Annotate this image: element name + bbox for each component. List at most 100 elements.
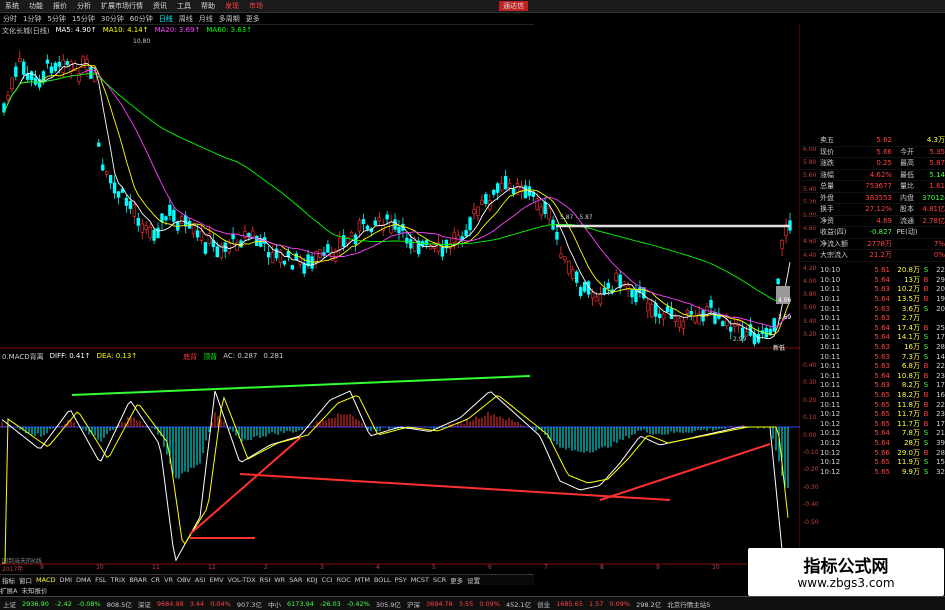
tick-side: B [923,410,929,419]
tick-time: 10:12 [820,458,841,467]
indicator-tab[interactable]: DMI [59,576,72,584]
indicator-tab[interactable]: OBV [177,576,191,584]
candle-body [148,226,152,238]
top-divergence-line [71,375,531,396]
candle-body [124,197,129,206]
tick-count: 15 [936,458,945,467]
candle-body [484,194,488,204]
idx-name[interactable]: 上证 [3,599,16,609]
candle-body [614,272,618,282]
indicator-tab[interactable]: MCST [411,576,429,584]
period-multi[interactable]: 多周期 [219,14,240,24]
indicator-tab[interactable]: VOL-TDX [228,576,256,584]
month-tick: 5 [432,564,436,571]
indicator-tab[interactable]: MTM [355,576,370,584]
menu-market[interactable]: 市场 [249,1,263,11]
indicator-tab[interactable]: 指标 [2,575,15,585]
menu-function[interactable]: 功能 [29,1,43,11]
indicator-tab[interactable]: KDJ [306,576,317,584]
indicator-tab[interactable]: VR [164,576,173,584]
candle-body [231,234,235,240]
idx-name[interactable]: 沪深 [407,599,420,609]
indicator-tab[interactable]: WR [274,576,285,584]
quote-panel: 卖五 5.62 4.3万 现价 5.66 今开 5.35 涨跌 0.25 最高 5.87 涨幅 4.62… [800,135,945,565]
tick-volume: 11.9万 [897,458,920,467]
period-1min[interactable]: 1分钟 [23,14,41,24]
indicator-tab[interactable]: PSY [395,576,407,584]
indicator-tab[interactable]: ROC [337,576,351,584]
candle-body [61,59,65,73]
idx-name[interactable]: 中小 [268,599,281,609]
tick-table[interactable]: 10:10 5.61 20.8万 S 22 10:10 5.64 13万 B 29 10:11 5.6… [800,266,945,477]
menu-tools[interactable]: 工具 [177,1,191,11]
idx-name[interactable]: 创业 [537,599,550,609]
period-60min[interactable]: 60分钟 [130,14,153,24]
tick-side: B [923,371,929,380]
tick-volume: 9.9万 [901,467,920,476]
quote-value: 0.25 [876,159,892,168]
candle-body [452,232,456,243]
candle-body [89,66,93,79]
divergence-annotations [71,224,790,539]
kline-chart[interactable] [0,24,800,574]
period-more[interactable]: 更多 [246,14,260,24]
period-30min[interactable]: 30分钟 [101,14,124,24]
indicator-tab[interactable]: CCI [322,576,333,584]
quote-value-2: 2.78亿 [922,216,945,225]
period-day[interactable]: 日线 [159,14,173,24]
candle-body [65,61,69,65]
tick-row: 10:12 5.66 29.0万 B 28 [800,448,945,458]
menu-news[interactable]: 资讯 [153,1,167,11]
indicator-tab[interactable]: ASI [195,576,206,584]
period-week[interactable]: 周线 [179,14,193,24]
macd-legend: 0.MACD背离 DIFF: 0.41↑ DEA: 0.13↑ 底背 顶背 AC… [2,352,283,362]
indicator-tab[interactable]: SCR [433,576,446,584]
indicator-tab[interactable]: 设置 [467,575,480,585]
macd-name[interactable]: 0.MACD背离 [2,352,44,362]
ma60-line [3,73,790,303]
indicator-tab[interactable]: SAR [289,576,302,584]
month-tick: 11 [152,564,160,571]
candle-body [594,296,599,302]
indicator-tab[interactable]: TRIX [110,576,125,584]
idx-name[interactable]: 深证 [138,599,151,609]
quote-label-2: 流通 [900,216,914,225]
bottom-div-label: 底背 [183,353,198,361]
period-month[interactable]: 月线 [199,14,213,24]
indicator-tab[interactable]: MACD [36,576,55,584]
candle-body [618,274,622,288]
menu-help[interactable]: 帮助 [201,1,215,11]
quote-label: 涨跌 [820,159,834,168]
idx-amt: 452.1亿 [505,600,532,609]
period-15min[interactable]: 15分钟 [72,14,95,24]
period-timeshare[interactable]: 分时 [3,14,17,24]
candle-body [606,282,611,289]
tick-count: 25 [936,323,945,332]
indicator-tab[interactable]: DMA [76,576,91,584]
indicator-tab[interactable]: CR [151,576,160,584]
tick-price: 5.63 [874,343,890,352]
indicator-tab[interactable]: EMV [209,576,223,584]
indicator-tab[interactable]: RSI [260,576,271,584]
tick-count: 32 [936,467,945,476]
high-price-label: 10.80 [133,38,151,45]
menu-system[interactable]: 系统 [5,1,19,11]
menu-ext-market[interactable]: 扩展市场行情 [101,1,143,11]
indicator-tab[interactable]: 更多 [450,575,463,585]
tick-side: S [923,333,929,342]
indicator-tab[interactable]: 窗口 [19,575,32,585]
brand-button[interactable]: 通达信 [499,1,528,11]
sub-tab-ext[interactable]: 扩展A [0,585,17,595]
menu-analysis[interactable]: 分析 [77,1,91,11]
sub-tab-unknown[interactable]: 未知报价 [21,585,47,595]
menu-quote[interactable]: 报价 [53,1,67,11]
period-5min[interactable]: 5分钟 [47,14,65,24]
tick-volume: 6.8万 [901,362,920,371]
candle-body [602,288,607,294]
tick-volume: 20.8万 [897,266,920,275]
watermark-title: 指标公式网 [803,557,889,577]
menu-discover[interactable]: 发现 [225,1,239,11]
indicator-tab[interactable]: BRAR [129,576,147,584]
indicator-tab[interactable]: FSL [95,576,106,584]
indicator-tab[interactable]: BOLL [374,576,391,584]
